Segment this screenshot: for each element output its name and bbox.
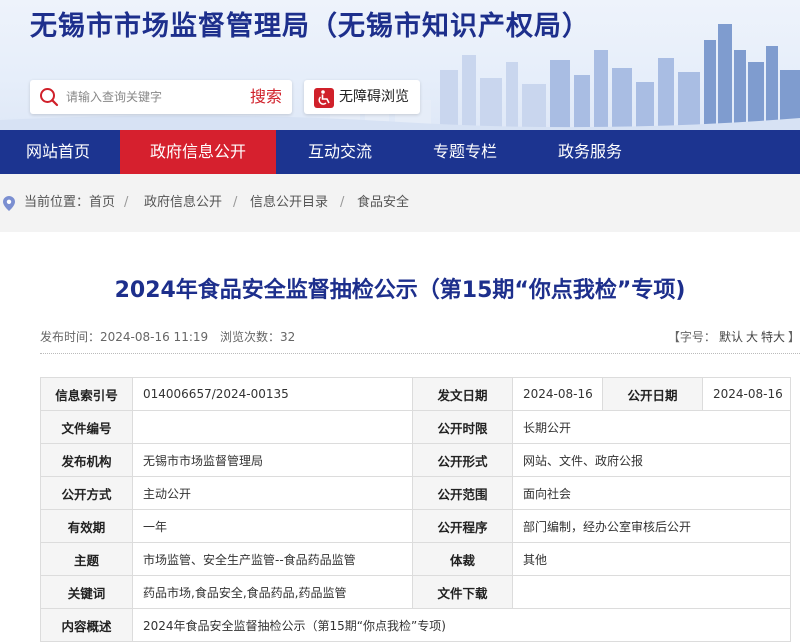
breadcrumb-separator: / (124, 195, 129, 210)
font-size-suffix: 】 (787, 330, 800, 344)
table-label: 发布机构 (40, 443, 133, 477)
table-label: 信息索引号 (40, 377, 133, 411)
font-size-prefix: 【字号： (667, 330, 716, 344)
table-label: 体裁 (412, 542, 513, 576)
table-value: 药品市场,食品安全,食品药品,药品监管 (132, 575, 413, 609)
table-value: 市场监管、安全生产监管--食品药品监管 (132, 542, 413, 576)
font-size-xlarge[interactable]: 特大 (761, 330, 785, 344)
table-value: 2024-08-16 (512, 377, 603, 411)
table-label: 文件下载 (412, 575, 513, 609)
table-label: 公开形式 (412, 443, 513, 477)
table-value (132, 410, 413, 444)
location-pin-icon (3, 196, 15, 211)
table-label: 文件编号 (40, 410, 133, 444)
font-size-large[interactable]: 大 (746, 330, 758, 344)
table-value: 部门编制，经办公室审核后公开 (512, 509, 791, 543)
view-count: 浏览次数：32 (220, 330, 296, 344)
meta-divider (40, 353, 800, 354)
font-size-default[interactable]: 默认 (719, 330, 743, 344)
table-row: 内容概述 2024年食品安全监督抽检公示（第15期“你点我检”专项) (40, 608, 791, 642)
table-row: 关键词 药品市场,食品安全,食品药品,药品监管 文件下载 (40, 575, 791, 609)
accessibility-label: 无障碍浏览 (339, 89, 409, 105)
article-title: 2024年食品安全监督抽检公示（第15期“你点我检”专项) (114, 278, 686, 303)
table-value: 长期公开 (512, 410, 791, 444)
table-label: 公开方式 (40, 476, 133, 510)
table-label: 公开程序 (412, 509, 513, 543)
breadcrumb-separator: / (233, 195, 238, 210)
table-value: 一年 (132, 509, 413, 543)
breadcrumb-catalog[interactable]: 信息公开目录 (250, 174, 328, 232)
table-value: 014006657/2024-00135 (132, 377, 413, 411)
table-value: 其他 (512, 542, 791, 576)
site-title: 无锡市市场监督管理局（无锡市知识产权局） (30, 11, 590, 42)
table-label: 有效期 (40, 509, 133, 543)
table-row: 发布机构 无锡市市场监督管理局 公开形式 网站、文件、政府公报 (40, 443, 791, 477)
table-row: 文件编号 公开时限 长期公开 (40, 410, 791, 444)
search-box: 搜索 (30, 80, 292, 114)
site-header: 无锡市市场监督管理局（无锡市知识产权局） 搜索 无障碍浏览 (0, 0, 800, 130)
table-label: 内容概述 (40, 608, 133, 642)
breadcrumb-gov-info[interactable]: 政府信息公开 (144, 174, 222, 232)
wheelchair-icon (314, 88, 334, 108)
table-label: 公开日期 (602, 377, 703, 411)
table-row: 主题 市场监管、安全生产监管--食品药品监管 体裁 其他 (40, 542, 791, 576)
article-meta: 发布时间：2024-08-16 11:19 浏览次数：32 【字号： 默认大特大】 (40, 328, 800, 348)
table-label: 发文日期 (412, 377, 513, 411)
nav-item-gov-info[interactable]: 政府信息公开 (120, 130, 276, 174)
table-row: 有效期 一年 公开程序 部门编制，经办公室审核后公开 (40, 509, 791, 543)
search-icon (40, 88, 59, 107)
table-label: 关键词 (40, 575, 133, 609)
table-label: 公开时限 (412, 410, 513, 444)
table-label: 主题 (40, 542, 133, 576)
table-value: 2024年食品安全监督抽检公示（第15期“你点我检”专项) (132, 608, 791, 642)
breadcrumb-separator: / (340, 195, 345, 210)
font-size-switcher: 【字号： 默认大特大】 (665, 328, 800, 345)
breadcrumb-prefix: 当前位置： (24, 195, 90, 210)
table-value: 面向社会 (512, 476, 791, 510)
nav-item-topics[interactable]: 专题专栏 (405, 130, 525, 174)
publish-time: 发布时间：2024-08-16 11:19 (40, 330, 209, 344)
breadcrumb: 当前位置： 首页 / 政府信息公开 / 信息公开目录 / 食品安全 (0, 174, 800, 232)
accessibility-button[interactable]: 无障碍浏览 (304, 80, 420, 114)
nav-item-interaction[interactable]: 互动交流 (280, 130, 400, 174)
nav-item-home[interactable]: 网站首页 (0, 130, 116, 174)
main-nav: 网站首页 政府信息公开 互动交流 专题专栏 政务服务 (0, 130, 800, 174)
nav-item-services[interactable]: 政务服务 (530, 130, 650, 174)
table-row: 公开方式 主动公开 公开范围 面向社会 (40, 476, 791, 510)
search-input[interactable] (66, 80, 236, 114)
table-value: 主动公开 (132, 476, 413, 510)
breadcrumb-food-safety[interactable]: 食品安全 (357, 174, 409, 232)
table-value: 网站、文件、政府公报 (512, 443, 791, 477)
table-label: 公开范围 (412, 476, 513, 510)
info-table: 信息索引号 014006657/2024-00135 发文日期 2024-08-… (40, 377, 791, 642)
breadcrumb-home[interactable]: 首页 (89, 174, 115, 232)
table-value: 2024-08-16 (702, 377, 791, 411)
table-value: 无锡市市场监督管理局 (132, 443, 413, 477)
table-row: 信息索引号 014006657/2024-00135 发文日期 2024-08-… (40, 377, 791, 411)
download-cell[interactable] (512, 575, 791, 609)
search-button[interactable]: 搜索 (250, 80, 282, 114)
